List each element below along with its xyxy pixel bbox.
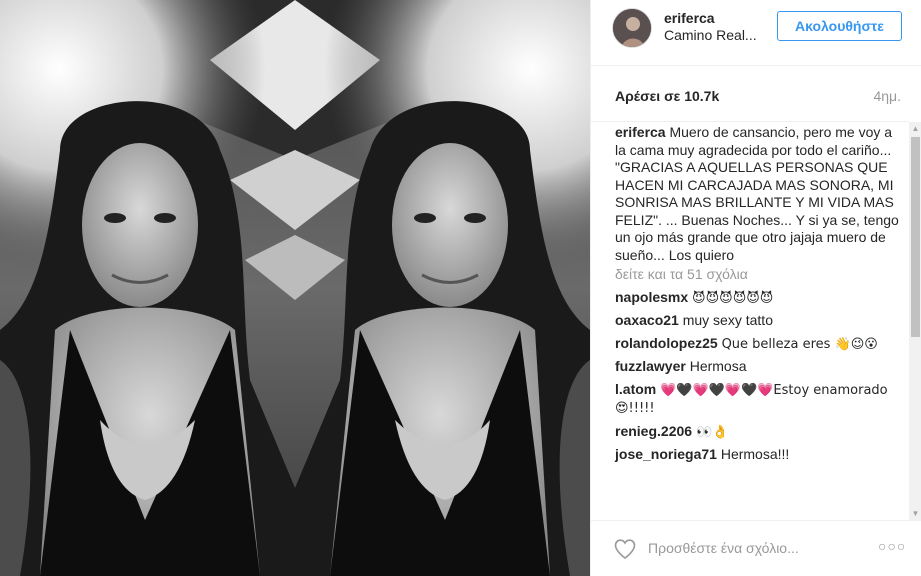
comment-item: napolesmx 😈😈😈😈😈😈 (615, 289, 899, 308)
comment-username-link[interactable]: renieg.2206 (615, 423, 692, 439)
comment-item: renieg.2206 👀👌 (615, 423, 899, 442)
header-username-link[interactable]: eriferca (664, 10, 715, 26)
post-side-panel: eriferca Camino Real... Ακολουθήστε Αρέσ… (590, 0, 921, 576)
avatar-image (613, 9, 651, 47)
scrollbar-thumb[interactable] (911, 137, 920, 337)
comment-text: muy sexy tatto (682, 312, 773, 328)
comments-list[interactable]: eriferca Muero de cansancio, pero me voy… (591, 122, 909, 520)
more-options-icon[interactable]: ○○○ (878, 538, 906, 554)
heart-icon[interactable] (613, 537, 637, 561)
comment-username-link[interactable]: fuzzlawyer (615, 358, 686, 374)
comment-item: l.atom 💗🖤💗🖤💗🖤💗Estoy enamorado 😍!!!!! (615, 381, 899, 418)
caption-text: Muero de cansancio, pero me voy a la cam… (615, 124, 899, 263)
comment-item: oaxaco21 muy sexy tatto (615, 312, 899, 330)
view-all-comments-link[interactable]: δείτε και τα 51 σχόλια (615, 266, 899, 284)
mirrored-portrait-image (0, 0, 590, 576)
comment-text: Hermosa (689, 358, 747, 374)
caption-username-link[interactable]: eriferca (615, 124, 666, 140)
comment-username-link[interactable]: oaxaco21 (615, 312, 679, 328)
comment-text: Que belleza eres 👋😉😮 (721, 336, 878, 352)
comment-username-link[interactable]: jose_noriega71 (615, 446, 717, 462)
comment-item: fuzzlawyer Hermosa (615, 358, 899, 376)
likes-count[interactable]: Αρέσει σε 10.7k (615, 88, 719, 104)
comment-text: 👀👌 (695, 424, 729, 440)
add-comment-input[interactable] (648, 537, 868, 559)
comments-scrollbar[interactable]: ▲ ▼ (909, 122, 921, 520)
likes-row: Αρέσει σε 10.7k 4ημ. (591, 66, 909, 122)
comment-username-link[interactable]: rolandolopez25 (615, 335, 718, 351)
post-header: eriferca Camino Real... Ακολουθήστε (591, 0, 921, 66)
comment-item: jose_noriega71 Hermosa!!! (615, 446, 899, 464)
post-time[interactable]: 4ημ. (873, 88, 901, 104)
comment-text: 😈😈😈😈😈😈 (692, 290, 774, 306)
comment-username-link[interactable]: l.atom (615, 381, 656, 397)
follow-button[interactable]: Ακολουθήστε (777, 11, 902, 41)
avatar[interactable] (612, 8, 652, 48)
comment-text: Hermosa!!! (720, 446, 790, 462)
comment-text: 💗🖤💗🖤💗🖤💗Estoy enamorado 😍!!!!! (615, 382, 888, 417)
comment-item: rolandolopez25 Que belleza eres 👋😉😮 (615, 335, 899, 354)
caption: eriferca Muero de cansancio, pero me voy… (615, 124, 899, 264)
post-footer: ○○○ (591, 520, 921, 576)
post-photo[interactable] (0, 0, 590, 576)
scroll-up-arrow-icon[interactable]: ▲ (909, 122, 921, 135)
location-link[interactable]: Camino Real... (664, 27, 757, 43)
comment-username-link[interactable]: napolesmx (615, 289, 688, 305)
scroll-down-arrow-icon[interactable]: ▼ (909, 507, 921, 520)
